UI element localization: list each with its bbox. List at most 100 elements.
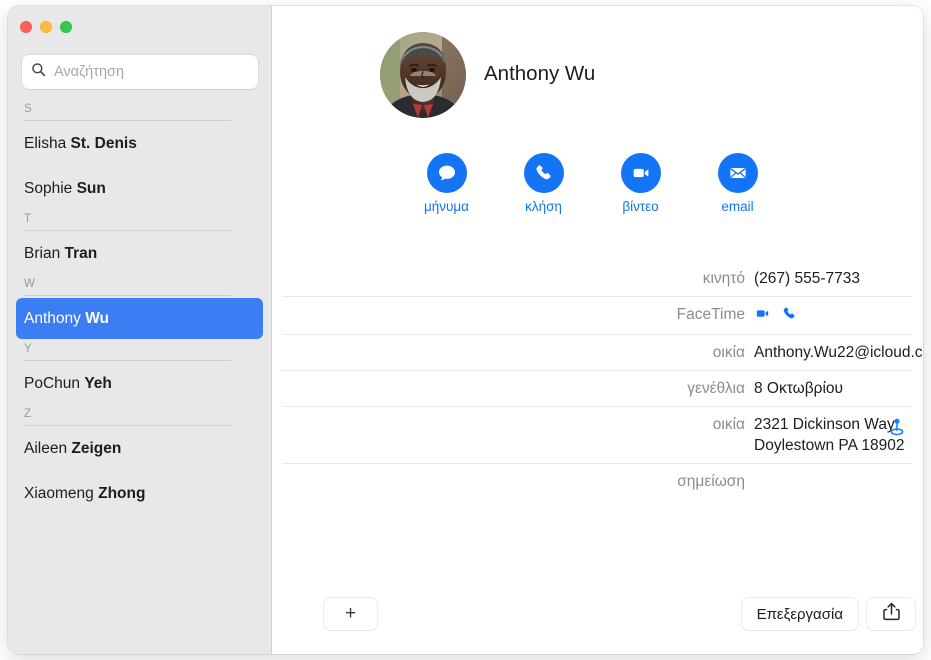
window-controls (20, 21, 72, 33)
quick-actions: μήνυμα κλήση βίντεο email (398, 153, 786, 214)
section-header-w: W (8, 276, 271, 296)
contact-first-name: Aileen (24, 439, 72, 457)
field-mobile-phone[interactable]: κινητό (267) 555-7733 (282, 261, 912, 297)
action-message[interactable]: μήνυμα (398, 153, 495, 214)
section-letter: Y (24, 343, 32, 355)
action-label: μήνυμα (423, 199, 469, 214)
contact-detail-pane: Anthony Wu μήνυμα κλήση βίντεο email κινητό… (272, 6, 923, 654)
bottom-toolbar: + Επεξεργασία (272, 586, 923, 654)
field-home-address[interactable]: οικία 2321 Dickinson Way Doylestown PA 18… (282, 407, 912, 464)
contact-list-item[interactable]: Elisha St. Denis (8, 121, 271, 166)
contacts-window: S Elisha St. Denis Sophie Sun T Brian Tran W A… (8, 6, 923, 654)
contact-last-name: Tran (64, 244, 98, 262)
section-divider (24, 425, 231, 426)
search-icon (31, 62, 46, 82)
phone-icon[interactable] (523, 153, 564, 193)
action-label: κλήση (525, 199, 562, 214)
contact-first-name: PoChun (24, 374, 85, 392)
section-header-t: T (8, 211, 271, 231)
contact-fields: κινητό (267) 555-7733 FaceTime οικία Anthony… (272, 261, 923, 500)
contact-item-name: Elisha St. Denis (24, 135, 137, 153)
add-contact-button[interactable]: + (324, 598, 377, 630)
contact-list-item[interactable]: Anthony Wu (8, 296, 271, 341)
action-video[interactable]: βίντεο (592, 153, 689, 214)
action-mail[interactable]: email (689, 153, 786, 214)
contact-last-name: Zeigen (71, 439, 122, 457)
section-divider (24, 120, 231, 121)
contact-first-name: Elisha (24, 134, 71, 152)
map-pin-icon[interactable] (888, 417, 906, 438)
field-label: σημείωση (677, 473, 745, 490)
facetime-actions (754, 297, 912, 334)
contact-last-name: Wu (85, 309, 110, 327)
field-value (754, 464, 912, 478)
section-header-s: S (8, 101, 271, 121)
contact-full-name: Anthony Wu (484, 62, 596, 85)
action-label: βίντεο (622, 199, 659, 214)
video-icon[interactable] (620, 153, 661, 193)
contact-item-name: Xiaomeng Zhong (24, 485, 145, 503)
field-value: Anthony.Wu22@icloud.com (754, 344, 923, 361)
contact-last-name: Yeh (84, 374, 112, 392)
message-icon[interactable] (426, 153, 467, 193)
edit-button-label: Επεξεργασία (756, 605, 843, 623)
section-header-y: Y (8, 341, 271, 361)
contact-header: Anthony Wu (272, 32, 923, 124)
search-input[interactable] (54, 64, 249, 80)
search-field[interactable] (22, 55, 258, 89)
contact-item-name: Anthony Wu (24, 310, 109, 328)
avatar[interactable] (380, 32, 466, 118)
contact-item-pill[interactable]: Aileen Zeigen (16, 428, 263, 469)
section-divider (24, 360, 231, 361)
section-divider (24, 295, 231, 296)
contact-first-name: Anthony (24, 309, 86, 327)
contact-item-name: Sophie Sun (24, 180, 106, 198)
video-icon[interactable] (754, 305, 771, 328)
close-button[interactable] (20, 21, 32, 33)
section-header-z: Z (8, 406, 271, 426)
minimize-button[interactable] (40, 21, 52, 33)
contact-list-item[interactable]: Xiaomeng Zhong (8, 471, 271, 516)
section-letter: T (24, 213, 32, 225)
field-home-email[interactable]: οικία Anthony.Wu22@icloud.com (282, 335, 923, 371)
contact-list-item[interactable]: PoChun Yeh (8, 361, 271, 406)
zoom-button[interactable] (60, 21, 72, 33)
contact-item-pill[interactable]: Xiaomeng Zhong (16, 473, 263, 514)
action-phone[interactable]: κλήση (495, 153, 592, 214)
field-label: κινητό (702, 270, 745, 287)
field-value: (267) 555-7733 (754, 270, 860, 287)
contact-item-pill[interactable]: Brian Tran (16, 233, 263, 274)
field-label: γενέθλια (687, 380, 745, 397)
field-birthday[interactable]: γενέθλια 8 Οκτωβρίου (282, 371, 912, 407)
plus-icon: + (344, 603, 357, 624)
contact-first-name: Sophie (24, 179, 77, 197)
contact-list-item[interactable]: Aileen Zeigen (8, 426, 271, 471)
field-label: FaceTime (676, 306, 745, 323)
field-facetime[interactable]: FaceTime (282, 297, 912, 335)
share-icon (882, 602, 900, 626)
contact-list[interactable]: S Elisha St. Denis Sophie Sun T Brian Tran W A… (8, 101, 271, 654)
contact-first-name: Brian (24, 244, 65, 262)
share-button[interactable] (867, 598, 915, 630)
contact-item-pill[interactable]: PoChun Yeh (16, 363, 263, 404)
contact-item-pill[interactable]: Elisha St. Denis (16, 123, 263, 164)
phone-icon[interactable] (781, 305, 798, 328)
edit-button[interactable]: Επεξεργασία (741, 598, 858, 630)
mail-icon[interactable] (717, 153, 758, 193)
section-letter: W (24, 278, 36, 290)
field-value: 8 Οκτωβρίου (754, 380, 844, 397)
section-letter: S (24, 103, 32, 115)
field-label: οικία (712, 416, 745, 433)
contact-list-item[interactable]: Sophie Sun (8, 166, 271, 211)
contact-first-name: Xiaomeng (24, 484, 99, 502)
contact-last-name: St. Denis (70, 134, 137, 152)
contact-list-item[interactable]: Brian Tran (8, 231, 271, 276)
field-note[interactable]: σημείωση (282, 464, 912, 500)
section-divider (24, 230, 231, 231)
contact-item-pill[interactable]: Anthony Wu (16, 298, 263, 339)
contact-item-name: PoChun Yeh (24, 375, 112, 393)
field-label: οικία (712, 344, 745, 361)
contact-item-pill[interactable]: Sophie Sun (16, 168, 263, 209)
contact-item-name: Aileen Zeigen (24, 440, 121, 458)
search-container (16, 55, 264, 89)
